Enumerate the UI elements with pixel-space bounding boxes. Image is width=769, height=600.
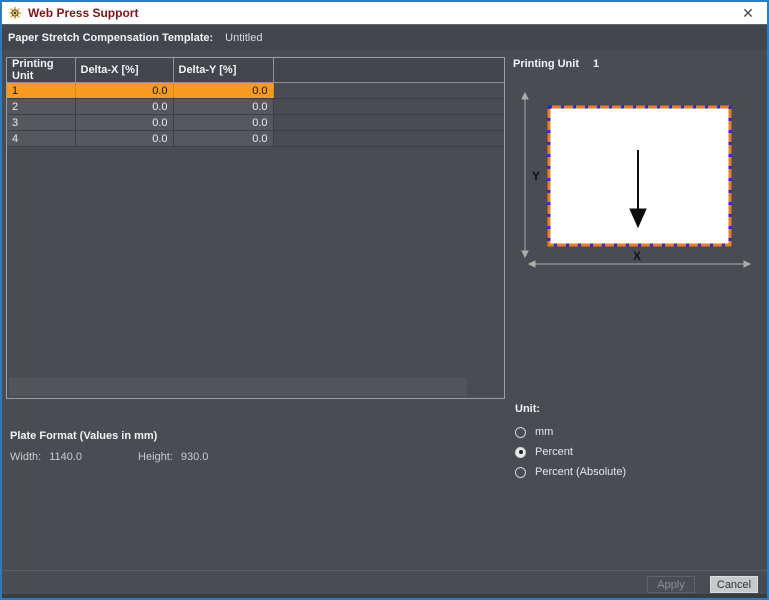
radio-circle-mm[interactable] [515,426,526,438]
compensation-table: Printing Unit Delta-X [%] Delta-Y [%] 1 … [7,58,504,147]
table-row[interactable]: 3 0.0 0.0 [7,114,504,131]
table-row[interactable]: 2 0.0 0.0 [7,98,504,115]
height-value: 930.0 [180,451,209,463]
radio-mm[interactable]: mm [515,422,626,442]
window-title: Web Press Support [28,6,139,20]
plate-format-title: Plate Format (Values in mm) [10,430,158,442]
height-label: Height: [138,451,173,463]
printing-unit-label: Printing Unit [513,58,579,70]
unit-group-label: Unit: [515,403,541,415]
table-header-row: Printing Unit Delta-X [%] Delta-Y [%] [7,58,504,83]
template-bar: Paper Stretch Compensation Template: Unt… [2,24,767,50]
bottom-shadow [2,594,767,598]
web-press-support-dialog: Web Press Support ✕ Paper Stretch Compen… [0,0,769,600]
cell-unit[interactable]: 3 [7,114,76,131]
table-row[interactable]: 1 0.0 0.0 [7,82,504,99]
cell-delta-x[interactable]: 0.0 [75,130,174,147]
cell-delta-y[interactable]: 0.0 [173,82,274,99]
radio-circle-percent[interactable] [515,446,526,458]
width-value: 1140.0 [49,451,83,463]
template-value: Untitled [225,31,263,44]
template-label: Paper Stretch Compensation Template: [8,31,214,44]
radio-label-percent-absolute: Percent (Absolute) [535,466,627,478]
horizontal-scrollbar-track[interactable] [9,378,467,396]
column-header-delta-y[interactable]: Delta-Y [%] [173,58,274,83]
cell-delta-y[interactable]: 0.0 [173,130,274,147]
close-button[interactable]: ✕ [733,2,763,24]
unit-radio-group: mm Percent Percent (Absolute) [515,422,626,482]
cell-delta-x[interactable]: 0.0 [75,114,174,131]
cell-unit[interactable]: 1 [7,82,76,99]
radio-label-percent: Percent [535,446,573,458]
printing-unit-number: 1 [593,58,600,70]
app-icon [8,6,22,20]
width-label: Width: [10,451,42,463]
cancel-button[interactable]: Cancel [710,576,758,593]
apply-button[interactable]: Apply [647,576,695,593]
table-row[interactable]: 4 0.0 0.0 [7,130,504,147]
stretch-direction-diagram: Y X [521,91,752,268]
printing-unit-heading: Printing Unit 1 [513,58,599,70]
cell-unit[interactable]: 2 [7,98,76,115]
compensation-table-panel: Printing Unit Delta-X [%] Delta-Y [%] 1 … [6,57,505,399]
column-header-printing-unit[interactable]: Printing Unit [7,58,76,83]
cell-delta-x[interactable]: 0.0 [75,82,174,99]
radio-percent[interactable]: Percent [515,442,626,462]
y-axis [521,91,529,259]
cell-unit[interactable]: 4 [7,130,76,147]
cell-delta-y[interactable]: 0.0 [173,114,274,131]
radio-label-mm: mm [535,426,554,438]
y-axis-label: Y [532,169,540,183]
plate-format-values: Width: 1140.0 Height: 930.0 [10,451,208,463]
title-bar: Web Press Support ✕ [2,2,767,24]
button-bar-divider [2,570,767,571]
cell-delta-x[interactable]: 0.0 [75,98,174,115]
column-header-delta-x[interactable]: Delta-X [%] [75,58,174,83]
column-header-filler [273,58,504,83]
radio-percent-absolute[interactable]: Percent (Absolute) [515,462,626,482]
radio-circle-percent-absolute[interactable] [515,466,526,478]
cell-delta-y[interactable]: 0.0 [173,98,274,115]
close-icon: ✕ [742,4,754,21]
x-axis-label: X [633,249,641,263]
